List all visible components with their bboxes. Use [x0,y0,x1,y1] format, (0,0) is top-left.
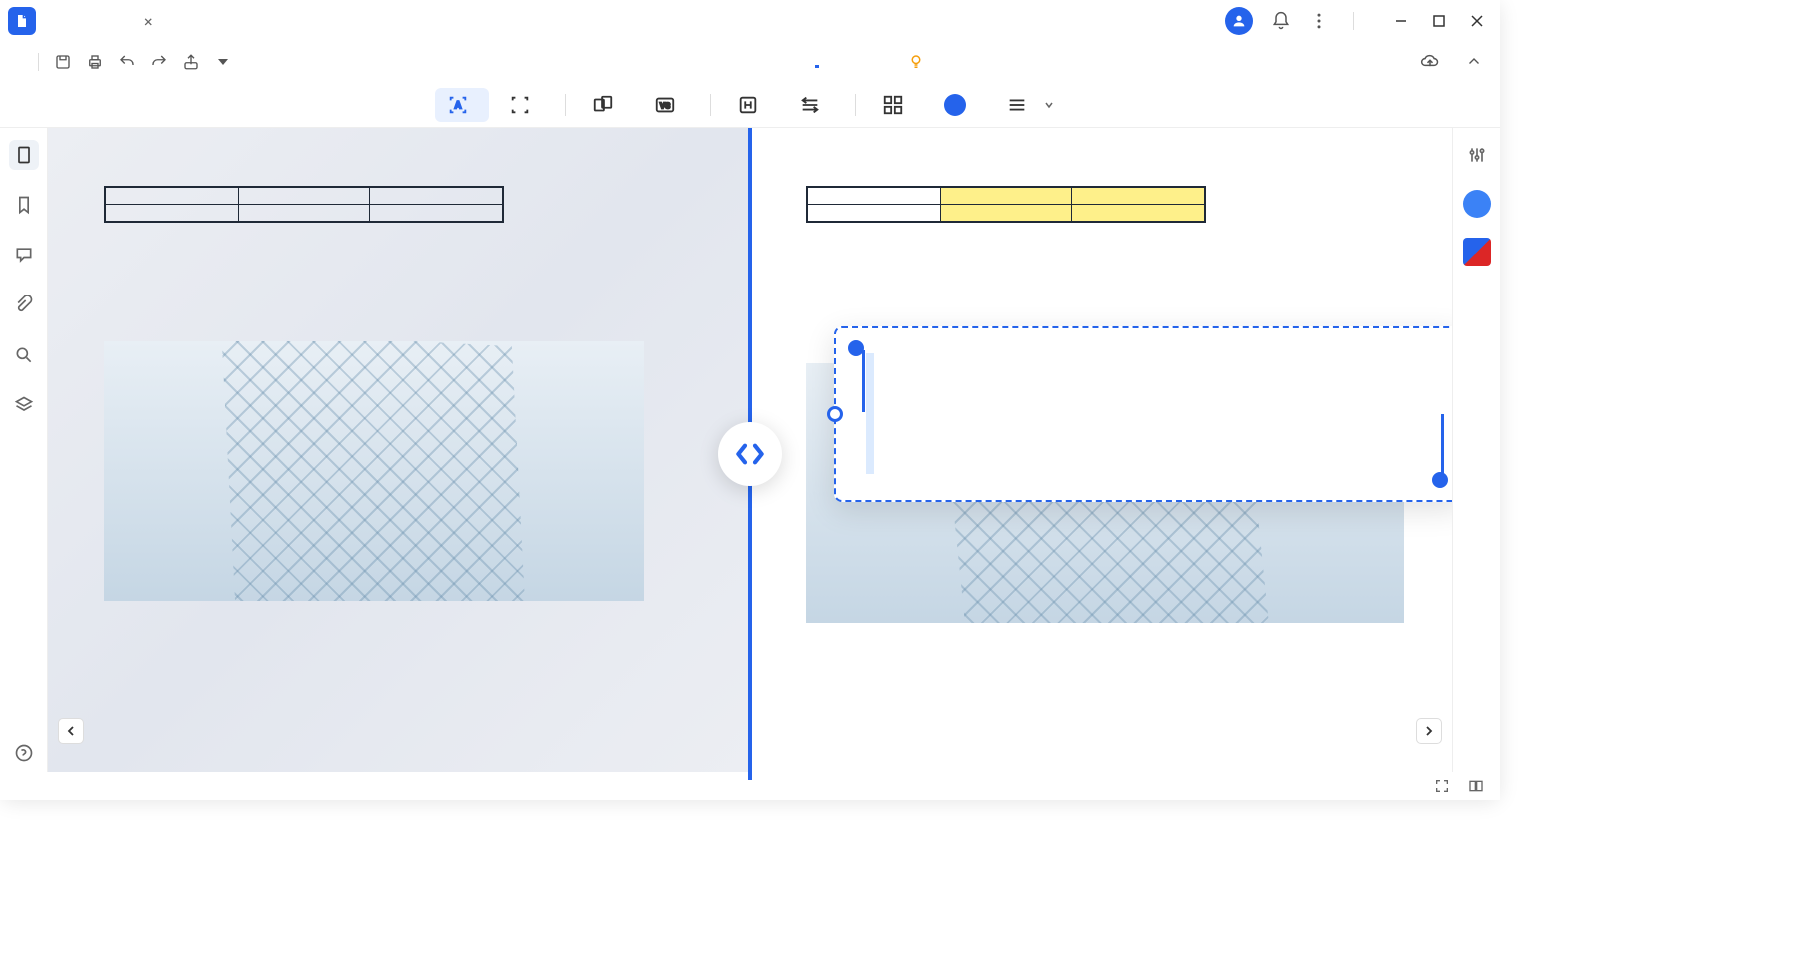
ocr-icon: A [447,94,469,116]
workspace [0,128,1500,780]
text-cursor [1441,414,1444,476]
svg-text:VS: VS [659,101,669,111]
translate-sidebar-icon[interactable] [1463,238,1491,266]
cloud-upload-icon[interactable] [1416,48,1444,76]
main-menu [623,57,883,68]
menu-organize[interactable] [783,57,787,68]
divider [1353,12,1354,30]
window-maximize[interactable] [1424,6,1454,36]
flatten-button[interactable] [787,88,841,122]
menu-form[interactable] [847,57,851,68]
lightbulb-icon [907,53,925,71]
menu-comment[interactable] [687,57,691,68]
selection-handle[interactable] [1432,472,1448,488]
menu-tools[interactable] [815,57,819,68]
batch-icon [882,94,904,116]
redo-icon[interactable] [145,48,173,76]
account-avatar[interactable] [1225,7,1253,35]
divider [565,94,566,116]
info-table-ocr [806,186,1206,223]
layers-panel-icon[interactable] [9,390,39,420]
print-icon[interactable] [81,48,109,76]
save-icon[interactable] [49,48,77,76]
combine-button[interactable] [580,88,634,122]
document-tab[interactable]: × [48,3,169,39]
flatten-icon [799,94,821,116]
right-sidebar [1452,128,1500,780]
more-options-icon[interactable] [1309,11,1329,31]
combine-icon [592,94,614,116]
tools-ribbon: A VS [0,82,1500,128]
dropdown-icon[interactable] [209,48,237,76]
app-logo [8,7,36,35]
menu-view[interactable] [751,57,755,68]
text-selection-box[interactable] [834,326,1452,502]
info-table [104,186,504,223]
svg-text:A: A [454,100,461,111]
batch-pdfs-button[interactable] [870,88,924,122]
share-icon[interactable] [177,48,205,76]
page-original [48,128,750,780]
view-mode-icon[interactable] [1466,776,1486,796]
tab-close-icon[interactable]: × [144,12,153,31]
ai-sidebar-icon[interactable] [1463,190,1491,218]
compare-button[interactable]: VS [642,88,696,122]
menu-protect[interactable] [879,57,883,68]
window-minimize[interactable] [1386,6,1416,36]
editable-title[interactable] [866,354,1440,474]
properties-icon[interactable] [1462,140,1492,170]
compress-icon [737,94,759,116]
building-image [104,341,644,601]
notifications-icon[interactable] [1271,11,1291,31]
fit-screen-icon[interactable] [1432,776,1452,796]
text-cursor [862,350,865,412]
bookmarks-panel-icon[interactable] [9,190,39,220]
ai-tools-button[interactable] [932,88,986,122]
more-button[interactable] [994,88,1066,122]
page-prev-button[interactable] [58,718,84,744]
divider [710,94,711,116]
menu-edit[interactable] [655,57,659,68]
ocr-area-icon [509,94,531,116]
menu-home[interactable] [623,57,627,68]
window-close[interactable] [1462,6,1492,36]
compare-split-handle[interactable] [718,422,782,486]
divider [38,53,39,71]
compare-icon: VS [654,94,676,116]
more-menu-icon [1006,94,1028,116]
help-icon[interactable] [9,738,39,768]
ocr-area-button[interactable] [497,88,551,122]
search-tools[interactable] [907,53,1031,71]
divider [855,94,856,116]
chevron-down-icon [1044,100,1054,110]
collapse-icon[interactable] [1460,48,1488,76]
quick-toolbar [0,42,1500,82]
titlebar: × [0,0,1500,42]
comments-panel-icon[interactable] [9,240,39,270]
selection-handle[interactable] [827,406,843,422]
thumbnails-panel-icon[interactable] [9,140,39,170]
ai-badge-icon [944,94,966,116]
attachments-panel-icon[interactable] [9,290,39,320]
page-title [104,253,702,311]
undo-icon[interactable] [113,48,141,76]
page-next-button[interactable] [1416,718,1442,744]
search-panel-icon[interactable] [9,340,39,370]
document-canvas[interactable] [48,128,1452,780]
compress-button[interactable] [725,88,779,122]
menu-convert[interactable] [719,57,723,68]
search-input[interactable] [931,54,1031,70]
file-menu[interactable] [12,58,28,66]
left-sidebar [0,128,48,780]
ocr-button[interactable]: A [435,88,489,122]
